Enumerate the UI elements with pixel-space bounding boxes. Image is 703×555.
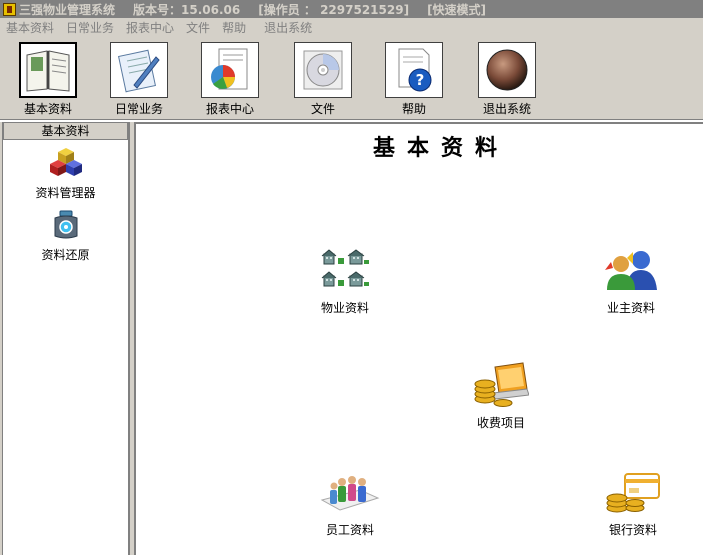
sidebar-item-label: 资料管理器 <box>35 186 96 200</box>
coins-laptop-icon <box>473 361 530 410</box>
menu-basic[interactable]: 基本资料 <box>0 19 60 36</box>
toolbar-reports-label: 报表中心 <box>205 102 254 116</box>
operator-label: [操作员 ： 2297521529] <box>258 2 410 17</box>
toolbar-daily-button[interactable]: 日常业务 <box>100 42 178 118</box>
disc-icon <box>294 42 352 98</box>
menu-exit[interactable]: 退出系统 <box>258 19 318 36</box>
bank-card-icon <box>603 470 663 517</box>
toolbar-help-button[interactable]: ? 帮助 <box>375 42 453 118</box>
toolbar-exit-button[interactable]: 退出系统 <box>468 42 546 118</box>
sidebar-header[interactable]: 基本资料 <box>3 122 128 140</box>
version-label: 版本号：15.06.06 <box>133 2 241 17</box>
svg-text:?: ? <box>416 71 425 89</box>
users-icon <box>603 248 659 295</box>
owner-data-label: 业主资料 <box>606 301 655 315</box>
menu-bar: 基本资料 日常业务 报表中心 文件 帮助 退出系统 <box>0 18 703 37</box>
toolbar-basic-label: 基本资料 <box>23 102 72 116</box>
bank-data-label: 银行资料 <box>608 523 657 537</box>
menu-file[interactable]: 文件 <box>180 19 216 36</box>
sidebar-item-data-manager[interactable]: 资料管理器 <box>3 146 128 201</box>
staff-icon <box>320 470 380 517</box>
fee-items-label: 收费项目 <box>476 416 525 430</box>
staff-data-item[interactable]: 员工资料 <box>320 470 380 538</box>
help-icon: ? <box>385 42 443 98</box>
main-panel: 基本资料 物业资料 业主资料 收费项目 员工资料 银行资料 <box>134 122 703 555</box>
toolbar-help-label: 帮助 <box>401 102 426 116</box>
toolbar-reports-button[interactable]: 报表中心 <box>191 42 269 118</box>
menu-daily[interactable]: 日常业务 <box>60 19 120 36</box>
toolbar-file-button[interactable]: 文件 <box>284 42 362 118</box>
pie-chart-report-icon <box>201 42 259 98</box>
toolbar-file-label: 文件 <box>310 102 335 116</box>
fee-items-item[interactable]: 收费项目 <box>473 361 530 431</box>
owner-data-item[interactable]: 业主资料 <box>603 248 659 316</box>
sidebar-item-label: 资料还原 <box>41 248 90 262</box>
menu-reports[interactable]: 报表中心 <box>120 19 180 36</box>
page-title: 基本资料 <box>372 135 509 161</box>
pen-notepad-icon <box>110 42 168 98</box>
restore-jar-icon <box>52 210 80 243</box>
title-bar: 三强物业管理系统 版本号：15.06.06 [操作员 ： 2297521529]… <box>0 0 703 18</box>
buildings-icon <box>320 248 370 295</box>
toolbar-basic-button[interactable]: 基本资料 <box>9 42 87 118</box>
property-data-label: 物业资料 <box>320 301 369 315</box>
exit-sphere-icon <box>478 42 536 98</box>
staff-data-label: 员工资料 <box>325 523 374 537</box>
sidebar: 基本资料 资料管理器 资料还原 <box>2 122 130 555</box>
property-data-item[interactable]: 物业资料 <box>320 248 370 316</box>
toolbar-daily-label: 日常业务 <box>114 102 163 116</box>
book-icon <box>19 42 77 98</box>
mode-label: [快速模式] <box>427 2 487 17</box>
app-title: 三强物业管理系统 <box>19 2 116 17</box>
app-icon <box>3 2 16 16</box>
menu-help[interactable]: 帮助 <box>216 19 252 36</box>
toolbar: 基本资料 日常业务 报表中心 文件 ? 帮助 退出系统 <box>0 37 703 119</box>
sidebar-item-data-restore[interactable]: 资料还原 <box>3 210 128 263</box>
cubes-icon <box>49 146 82 181</box>
toolbar-exit-label: 退出系统 <box>482 102 531 116</box>
bank-data-item[interactable]: 银行资料 <box>603 470 663 538</box>
